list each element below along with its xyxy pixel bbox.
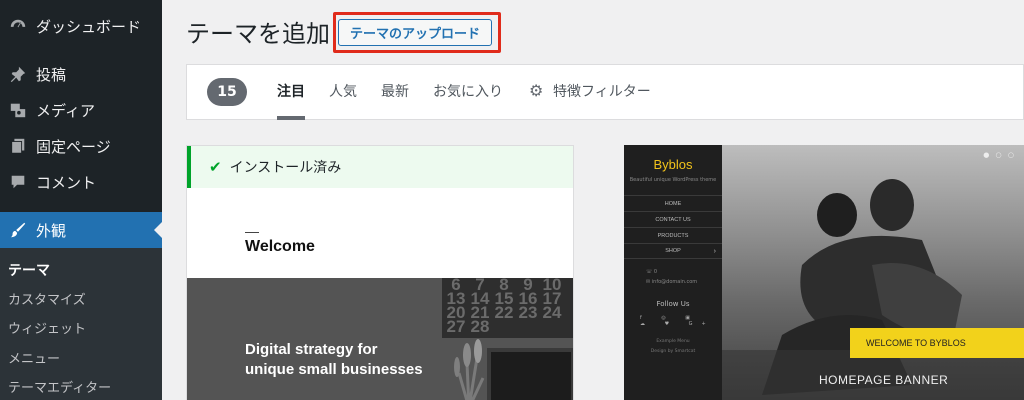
comment-icon — [0, 173, 36, 191]
byblos-follow-label: Follow Us — [656, 300, 690, 308]
calendar-number: 24 — [542, 303, 562, 322]
active-tab-indicator — [277, 116, 305, 120]
sidebar-item-pages[interactable]: 固定ページ — [0, 128, 162, 164]
welcome-rule — [245, 232, 259, 233]
hero-line-1: Digital strategy for — [245, 341, 378, 358]
chevron-right-icon: › — [713, 247, 716, 255]
installed-notice: ✔ インストール済み — [187, 146, 573, 188]
sidebar-item-label: メディア — [36, 101, 95, 120]
calendar-number: 22 — [494, 303, 514, 322]
byblos-welcome-banner: WELCOME TO BYBLOS — [850, 328, 1024, 358]
calendar-number: 23 — [518, 303, 538, 322]
byblos-title: Byblos — [653, 157, 693, 172]
sidebar-item-comments[interactable]: コメント — [0, 164, 162, 200]
sidebar-item-label: 外観 — [36, 221, 67, 240]
gear-icon[interactable]: ⚙ — [529, 81, 543, 100]
dashboard-icon — [0, 17, 36, 35]
plant-image — [454, 339, 485, 400]
check-icon: ✔ — [209, 158, 222, 176]
appearance-submenu: テーマ カスタマイズ ウィジェット メニュー テーマエディター — [0, 248, 162, 400]
byblos-nav-item: CONTACT US — [624, 211, 722, 227]
installed-label: インストール済み — [229, 160, 342, 176]
sidebar-item-posts[interactable]: 投稿 — [0, 56, 162, 92]
sidebar-item-label: 固定ページ — [36, 137, 111, 156]
sidebar-item-label: ダッシュボード — [36, 17, 142, 36]
sidebar-item-dashboard[interactable]: ダッシュボード — [0, 8, 162, 44]
pages-icon — [0, 137, 36, 155]
byblos-nav-item: SHOP › — [624, 243, 722, 259]
preview-hero: 6 7 8 9 10 13 14 15 16 17 20 21 22 23 24 27 28 Digital s… — [187, 278, 573, 400]
byblos-nav-item: PRODUCTS — [624, 227, 722, 243]
brush-icon — [0, 221, 36, 239]
tab-featured[interactable]: 注目 — [277, 81, 305, 101]
byblos-email-text: info@domain.com — [651, 279, 698, 285]
byblos-nav-item: HOME — [624, 195, 722, 211]
byblos-homepage-banner: HOMEPAGE BANNER — [819, 373, 949, 387]
byblos-hero-photo: ● ○ ○ — [722, 145, 1024, 400]
monitor-image — [487, 348, 573, 400]
tab-popular[interactable]: 人気 — [329, 81, 357, 101]
theme-count-badge: 15 — [207, 78, 247, 106]
byblos-nav-label: SHOP — [665, 248, 681, 254]
preview-welcome-heading: Welcome — [245, 238, 315, 255]
admin-sidebar: ダッシュボード 投稿 メディア 固定ページ コメント 外観 テーマ カスタマイズ… — [0, 0, 162, 400]
submenu-menus[interactable]: メニュー — [8, 348, 60, 367]
page-title: テーマを追加 — [186, 20, 330, 48]
highlight-annotation — [333, 12, 501, 53]
byblos-email: ✉ info@domain.com — [646, 279, 698, 285]
tab-feature-filter[interactable]: 特徴フィルター — [553, 81, 651, 101]
sidebar-item-label: コメント — [36, 173, 97, 192]
byblos-footer-credit: Design by Smartcat — [650, 349, 696, 354]
byblos-social-icons: f ◎ ▣ ☁ ♥ G+ — [640, 315, 715, 327]
submenu-theme-editor[interactable]: テーマエディター — [8, 377, 111, 396]
tab-favorites[interactable]: お気に入り — [433, 81, 503, 101]
submenu-widgets[interactable]: ウィジェット — [8, 318, 86, 337]
byblos-footer-menu: Example Menu — [656, 339, 690, 344]
media-icon — [0, 101, 36, 119]
byblos-phone: ☏ 0 — [646, 269, 658, 275]
sidebar-item-label: 投稿 — [36, 65, 67, 84]
submenu-themes[interactable]: テーマ — [8, 260, 50, 280]
theme-filter-bar: 15 注目 人気 最新 お気に入り ⚙ 特徴フィルター — [186, 64, 1024, 120]
hero-line-2: unique small businesses — [245, 361, 423, 378]
sidebar-item-media[interactable]: メディア — [0, 92, 162, 128]
couple-photo-illustration — [722, 179, 1024, 400]
tab-latest[interactable]: 最新 — [381, 81, 409, 101]
preview-hero-text: Digital strategy for unique small busine… — [245, 340, 423, 380]
theme-card-byblos[interactable]: Byblos Beautiful unique WordPress theme … — [624, 145, 1024, 400]
sidebar-item-appearance[interactable]: 外観 — [0, 212, 162, 248]
pin-icon — [0, 65, 36, 83]
submenu-customize[interactable]: カスタマイズ — [8, 289, 86, 308]
slider-dots[interactable]: ● ○ ○ — [983, 151, 1016, 159]
byblos-sidebar: Byblos Beautiful unique WordPress theme … — [624, 145, 722, 400]
theme-card-installed[interactable]: ✔ インストール済み Welcome 6 7 8 9 10 13 14 15 16 17 20 21 2… — [186, 145, 574, 400]
byblos-phone-number: 0 — [653, 269, 658, 275]
byblos-tagline: Beautiful unique WordPress theme — [629, 177, 717, 183]
